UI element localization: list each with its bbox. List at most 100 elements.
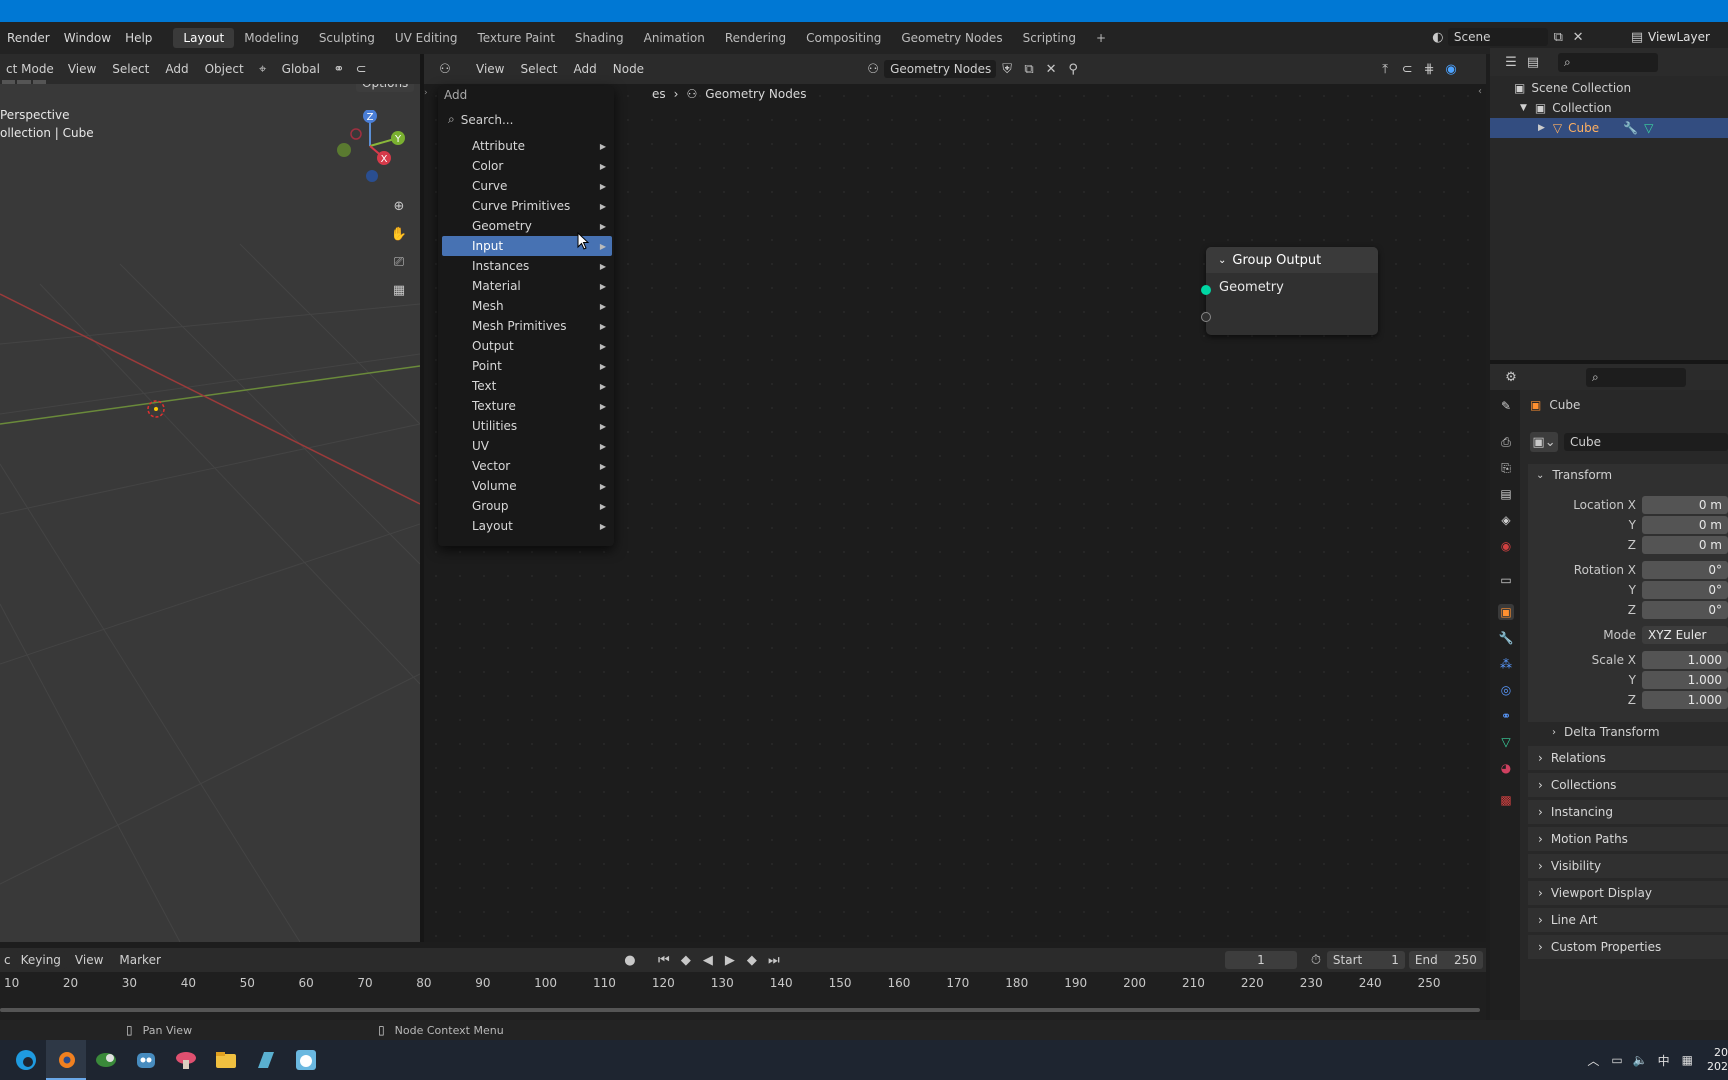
tab-rendering[interactable]: Rendering	[715, 28, 796, 48]
3d-viewport[interactable]: Perspective ollection | Cube Options Z Y…	[0, 84, 420, 942]
mesh-data-icon[interactable]: ▽	[1644, 121, 1653, 135]
transform-orientation-dropdown[interactable]: Global	[274, 60, 328, 78]
panel-viewport-display[interactable]: › Viewport Display	[1528, 881, 1728, 905]
app-notes-icon[interactable]	[246, 1040, 286, 1080]
add-menu-item-vector[interactable]: Vector ▶	[442, 456, 612, 476]
start-frame-field[interactable]: Start 1	[1326, 951, 1405, 969]
timeline-menu-view[interactable]: View	[67, 951, 111, 969]
rotation-mode-dropdown[interactable]: XYZ Euler	[1642, 626, 1728, 644]
add-menu-item-instances[interactable]: Instances ▶	[442, 256, 612, 276]
rotation-x-field[interactable]: 0°	[1642, 561, 1728, 579]
location-z-field[interactable]: 0 m	[1642, 536, 1728, 554]
scene-icon[interactable]: ◈	[1498, 512, 1514, 528]
prev-keyframe-icon[interactable]: ◆	[675, 950, 697, 970]
node-tree-name[interactable]: Geometry Nodes	[884, 60, 997, 78]
add-menu-item-volume[interactable]: Volume ▶	[442, 476, 612, 496]
godot-icon[interactable]	[126, 1040, 166, 1080]
modifier-wrench-icon[interactable]: 🔧	[1498, 630, 1514, 646]
overlay-icon[interactable]: ◉	[1440, 59, 1462, 79]
editor-type-icon[interactable]: ⚇	[434, 59, 456, 79]
sidebar-toggle-icon[interactable]: ‹	[1478, 86, 1482, 97]
menu-render[interactable]: Render	[0, 31, 57, 45]
snap-element-icon[interactable]: ⋕	[1418, 59, 1440, 79]
add-menu-item-uv[interactable]: UV ▶	[442, 436, 612, 456]
delta-transform-panel[interactable]: › Delta Transform	[1540, 722, 1728, 742]
add-menu-item-output[interactable]: Output ▶	[442, 336, 612, 356]
next-keyframe-icon[interactable]: ◆	[741, 950, 763, 970]
blender-icon[interactable]	[46, 1040, 86, 1080]
pin-icon[interactable]: ⚲	[1062, 59, 1084, 79]
tab-sculpting[interactable]: Sculpting	[309, 28, 385, 48]
play-reverse-icon[interactable]: ◀	[697, 950, 719, 970]
chevron-down-icon[interactable]: ▼	[1520, 103, 1527, 113]
object-icon[interactable]: ▣	[1498, 604, 1514, 620]
add-menu-item-group[interactable]: Group ▶	[442, 496, 612, 516]
view-layer-name[interactable]: ViewLayer	[1648, 30, 1710, 44]
volume-icon[interactable]: 🔈	[1633, 1053, 1648, 1067]
location-y-field[interactable]: 0 m	[1642, 516, 1728, 534]
empty-socket[interactable]	[1201, 312, 1211, 322]
timeline-scrollbar[interactable]	[0, 1008, 1480, 1012]
edge-browser-icon[interactable]	[6, 1040, 46, 1080]
object-name-field[interactable]: Cube	[1564, 433, 1728, 451]
timeline-area[interactable]: 10 20 30 40 50 60 70 80 90 100 110 120 130 140 150 160 1…	[0, 972, 1486, 1020]
duplicate-icon[interactable]: ⧉	[1018, 59, 1040, 79]
search-input[interactable]: Search...	[461, 113, 514, 127]
stopwatch-icon[interactable]: ⏱	[1305, 950, 1327, 970]
add-menu-item-point[interactable]: Point ▶	[442, 356, 612, 376]
add-menu-item-mesh[interactable]: Mesh ▶	[442, 296, 612, 316]
play-icon[interactable]: ▶	[719, 950, 741, 970]
node-menu-add[interactable]: Add	[566, 60, 605, 78]
scale-z-field[interactable]: 1.000	[1642, 691, 1728, 709]
add-menu-item-material[interactable]: Material ▶	[442, 276, 612, 296]
tab-modeling[interactable]: Modeling	[234, 28, 309, 48]
unlink-close-icon[interactable]: ✕	[1040, 59, 1062, 79]
outliner-search[interactable]: ⌕	[1558, 52, 1658, 72]
add-menu-item-texture[interactable]: Texture ▶	[442, 396, 612, 416]
tab-scripting[interactable]: Scripting	[1013, 28, 1086, 48]
menu-select[interactable]: Select	[104, 60, 157, 78]
network-icon[interactable]: ▭	[1611, 1053, 1622, 1067]
add-menu-item-utilities[interactable]: Utilities ▶	[442, 416, 612, 436]
wrench-icon[interactable]: 🔧	[1623, 121, 1638, 135]
add-menu-item-color[interactable]: Color ▶	[442, 156, 612, 176]
file-explorer-icon[interactable]	[206, 1040, 246, 1080]
calendar-icon[interactable]: ▦	[1682, 1053, 1693, 1067]
mode-dropdown[interactable]: ct Mode	[0, 60, 60, 78]
mesh-data-icon[interactable]: ▽	[1498, 734, 1514, 750]
tab-compositing[interactable]: Compositing	[796, 28, 891, 48]
panel-instancing[interactable]: › Instancing	[1528, 800, 1728, 824]
chevron-right-icon[interactable]: ▶	[1538, 123, 1545, 133]
constraints-icon[interactable]: ⚭	[1498, 708, 1514, 724]
app-mushroom-icon[interactable]	[166, 1040, 206, 1080]
outliner-collection[interactable]: ▼ ▣ Collection	[1490, 98, 1728, 118]
node-tree-icon[interactable]: ⚇	[862, 59, 884, 79]
geometry-socket[interactable]	[1201, 285, 1211, 295]
node-menu-view[interactable]: View	[468, 60, 512, 78]
zoom-icon[interactable]: ⊕	[388, 196, 410, 216]
rotation-y-field[interactable]: 0°	[1642, 581, 1728, 599]
tab-animation[interactable]: Animation	[634, 28, 715, 48]
tool-icon[interactable]: ✎	[1498, 398, 1514, 414]
tab-geometry-nodes[interactable]: Geometry Nodes	[891, 28, 1012, 48]
menu-add[interactable]: Add	[157, 60, 196, 78]
jump-end-icon[interactable]: ⏭	[763, 950, 785, 970]
properties-editor-icon[interactable]: ⚙	[1500, 367, 1522, 387]
navigation-gizmo[interactable]: Z Y X	[332, 110, 410, 182]
tab-shading[interactable]: Shading	[565, 28, 634, 48]
add-menu-item-text[interactable]: Text ▶	[442, 376, 612, 396]
node-header[interactable]: ⌄ Group Output	[1206, 247, 1378, 273]
chevron-down-icon[interactable]: ⌄	[1218, 255, 1226, 266]
add-menu-item-layout[interactable]: Layout ▶	[442, 516, 612, 536]
material-icon[interactable]: ◕	[1498, 760, 1514, 776]
add-menu-item-mesh-primitives[interactable]: Mesh Primitives ▶	[442, 316, 612, 336]
end-frame-field[interactable]: End 250	[1408, 951, 1483, 969]
add-workspace-button[interactable]: +	[1086, 28, 1116, 48]
view-layer-icon[interactable]: ▤	[1498, 486, 1514, 502]
scale-y-field[interactable]: 1.000	[1642, 671, 1728, 689]
chevron-up-icon[interactable]: ︿	[1587, 1052, 1599, 1069]
particles-icon[interactable]: ⁂	[1498, 656, 1514, 672]
texture-icon[interactable]: ▩	[1498, 792, 1514, 808]
panel-collections[interactable]: › Collections	[1528, 773, 1728, 797]
world-icon[interactable]: ◉	[1498, 538, 1514, 554]
